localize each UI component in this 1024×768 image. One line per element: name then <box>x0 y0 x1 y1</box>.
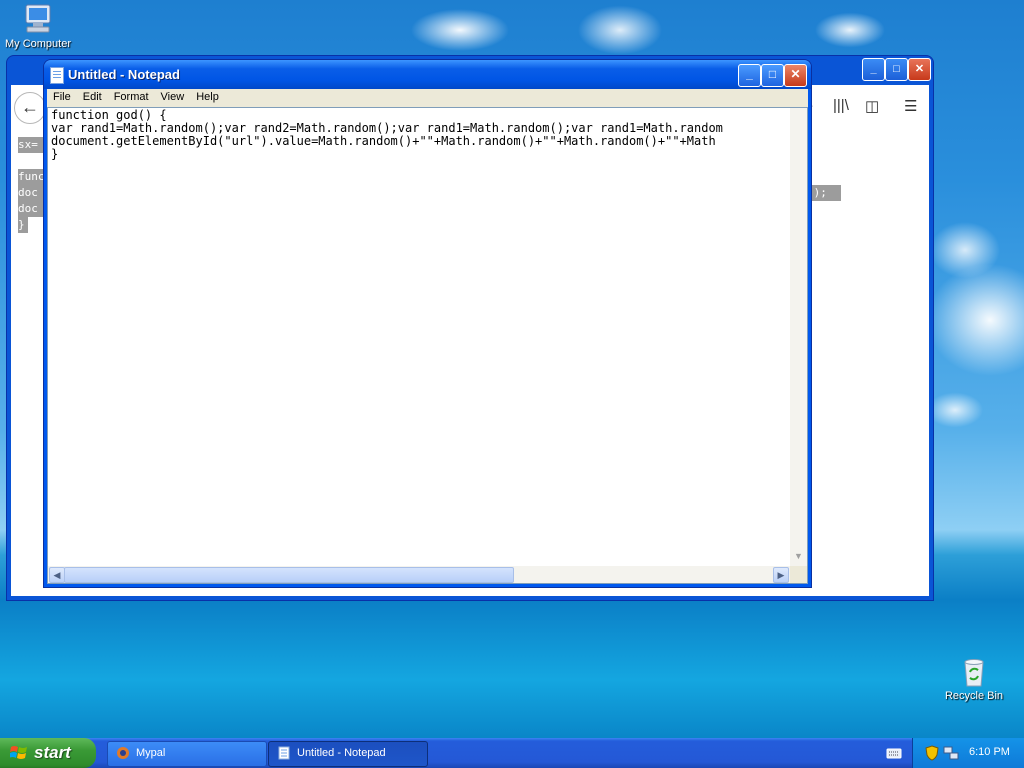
notepad-title: Untitled - Notepad <box>68 67 180 82</box>
keyboard-icon[interactable] <box>886 746 902 760</box>
security-shield-icon[interactable] <box>925 745 939 761</box>
desktop: My Computer Recycle Bin _ □ ✕ ← › |||\ ◫… <box>0 0 1024 738</box>
recycle-bin-label: Recycle Bin <box>944 690 1004 702</box>
code-line: document.getElementById("url").value=Mat… <box>51 134 716 148</box>
my-computer-icon <box>25 4 51 33</box>
system-tray: 6:10 PM <box>912 738 1024 768</box>
scroll-right-icon[interactable]: ▶ <box>773 567 789 583</box>
selected-code-fragment: (); <box>807 185 841 201</box>
notepad-text-area[interactable]: function god() {var rand1=Math.random();… <box>47 107 808 584</box>
my-computer-shortcut[interactable]: My Computer <box>2 2 74 50</box>
resize-grip-icon[interactable] <box>790 566 807 583</box>
menu-format[interactable]: Format <box>108 89 155 103</box>
menu-file[interactable]: File <box>47 89 77 103</box>
hamburger-menu-icon[interactable]: ☰ <box>904 97 917 115</box>
library-icon[interactable]: |||\ <box>833 97 849 114</box>
recycle-bin-shortcut[interactable]: Recycle Bin <box>938 656 1010 702</box>
horizontal-scroll-thumb[interactable] <box>64 567 514 583</box>
scroll-down-icon[interactable]: ▼ <box>792 551 805 564</box>
notepad-icon <box>50 67 64 84</box>
start-label: start <box>34 743 71 762</box>
horizontal-scrollbar[interactable]: ◀ ▶ <box>48 566 790 583</box>
notepad-title-bar[interactable]: Untitled - Notepad _ □ ✕ <box>44 60 811 89</box>
notepad-window[interactable]: Untitled - Notepad _ □ ✕ File Edit Format V… <box>44 60 811 587</box>
notepad-maximize-button[interactable]: □ <box>761 64 784 87</box>
taskbar: start Mypal Untitled - Notepad 6:10 PM <box>0 738 1024 768</box>
scroll-left-icon[interactable]: ◀ <box>49 567 65 583</box>
back-arrow-icon[interactable]: ← <box>14 92 46 124</box>
taskbar-item-mypal[interactable]: Mypal <box>107 741 267 767</box>
selected-code-fragment: } <box>18 217 28 233</box>
taskbar-item-label: Untitled - Notepad <box>297 747 386 759</box>
notepad-content[interactable]: function god() {var rand1=Math.random();… <box>51 109 787 564</box>
selected-code-fragment: func <box>18 169 45 185</box>
clock[interactable]: 6:10 PM <box>969 746 1010 758</box>
selected-code-fragment: sx= <box>18 137 44 153</box>
network-icon[interactable] <box>943 745 959 761</box>
taskbar-item-label: Mypal <box>136 747 166 759</box>
notepad-menu-bar: File Edit Format View Help <box>47 89 808 107</box>
browser-minimize-button[interactable]: _ <box>862 58 885 81</box>
vertical-scrollbar[interactable]: ▼ <box>790 108 807 566</box>
menu-edit[interactable]: Edit <box>77 89 108 103</box>
windows-logo-icon <box>10 746 27 759</box>
browser-maximize-button[interactable]: □ <box>885 58 908 81</box>
selected-code-fragment: doc <box>18 201 44 217</box>
sidebar-icon[interactable]: ◫ <box>865 97 879 115</box>
my-computer-label: My Computer <box>4 38 72 50</box>
notepad-icon <box>278 746 290 760</box>
menu-view[interactable]: View <box>155 89 191 103</box>
mypal-icon <box>117 747 129 759</box>
browser-close-button[interactable]: ✕ <box>908 58 931 81</box>
selected-code-fragment: doc <box>18 185 44 201</box>
notepad-minimize-button[interactable]: _ <box>738 64 761 87</box>
notepad-close-button[interactable]: ✕ <box>784 64 807 87</box>
taskbar-item-notepad[interactable]: Untitled - Notepad <box>268 741 428 767</box>
code-line: } <box>51 147 59 161</box>
recycle-bin-icon <box>964 659 984 687</box>
start-button[interactable]: start <box>0 738 96 768</box>
menu-help[interactable]: Help <box>190 89 225 103</box>
